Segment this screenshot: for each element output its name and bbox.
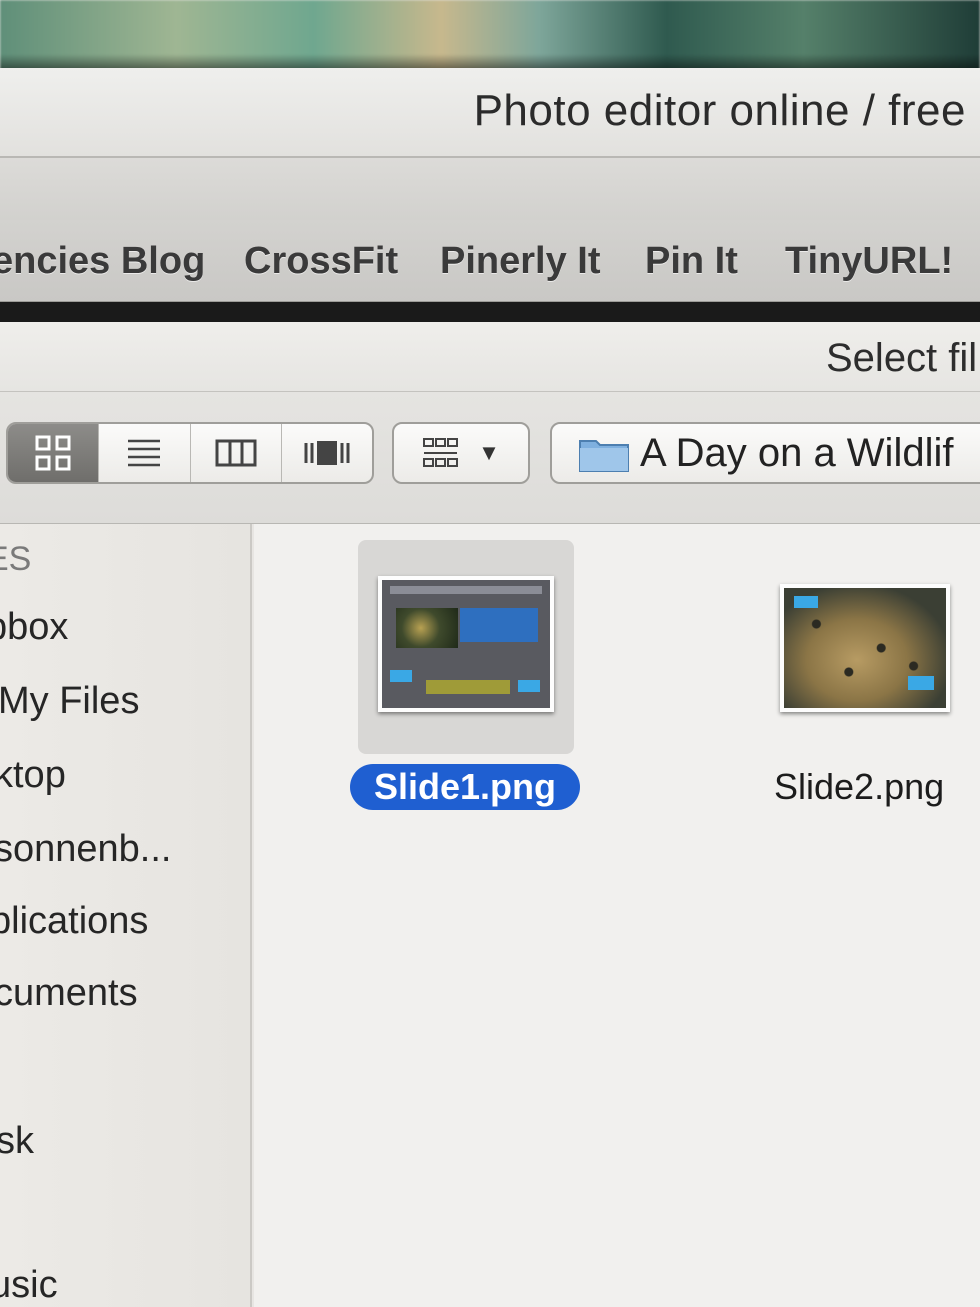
sidebar-section-header: ES [0,540,32,578]
arrange-grid-icon [423,438,459,467]
current-folder-name: A Day on a Wildlif [640,430,954,475]
file-thumbnail-slide1[interactable] [378,576,554,712]
dialog-title: Select fil [826,336,978,380]
bookmark-tinyurl[interactable]: TinyURL! [785,240,953,283]
icon-view-button[interactable] [8,424,100,482]
bookmark-pinerly-it[interactable]: Pinerly It [440,240,601,283]
bookmark-blog[interactable]: encies Blog [0,240,205,283]
browser-title-bar: Photo editor online / free [0,68,980,158]
file-name-slide2[interactable]: Slide2.png [774,764,944,810]
sidebar-item-dropbox[interactable]: pbox [0,606,68,649]
sidebar-item-home[interactable]: sonnenb... [0,828,171,871]
column-view-icon [215,439,257,467]
sidebar-item-disk[interactable]: sk [0,1120,34,1163]
bookmarks-bar: encies Blog CrossFit Pinerly It Pin It T… [0,220,980,302]
desktop-wallpaper [0,0,980,72]
cover-flow-view-button[interactable] [282,424,372,482]
file-browser-area: Slide1.png Slide2.png [254,524,980,1307]
sidebar-item-all-my-files[interactable]: My Files [0,680,139,723]
window-title: Photo editor online / free [473,86,966,135]
bookmark-crossfit[interactable]: CrossFit [244,240,398,283]
dropdown-caret-icon: ▼ [478,440,500,465]
sidebar-item-music[interactable]: usic [0,1264,58,1307]
icon-view-icon [35,435,71,471]
sidebar-item-desktop[interactable]: ktop [0,754,66,797]
column-view-button[interactable] [191,424,282,482]
window-divider [0,302,980,322]
sidebar: ES pbox My Files ktop sonnenb... plicati… [0,524,252,1307]
cover-flow-icon [304,441,350,465]
browser-toolbar [0,158,980,220]
arrange-by-popup[interactable]: ▼ [392,422,530,484]
folder-location-popup[interactable]: A Day on a Wildlif [550,422,980,484]
view-mode-segmented-control [6,422,374,484]
list-view-button[interactable] [99,424,191,482]
dialog-header: Select fil [0,322,980,392]
sidebar-item-applications[interactable]: plications [0,900,148,943]
file-name-slide1[interactable]: Slide1.png [350,764,581,810]
dialog-toolbar: ▼ A Day on a Wildlif [0,392,980,524]
bookmark-pin-it[interactable]: Pin It [645,240,738,283]
folder-icon [579,440,629,472]
list-view-icon [128,439,161,467]
file-thumbnail-slide2[interactable] [780,584,950,712]
sidebar-item-documents[interactable]: cuments [0,972,138,1015]
